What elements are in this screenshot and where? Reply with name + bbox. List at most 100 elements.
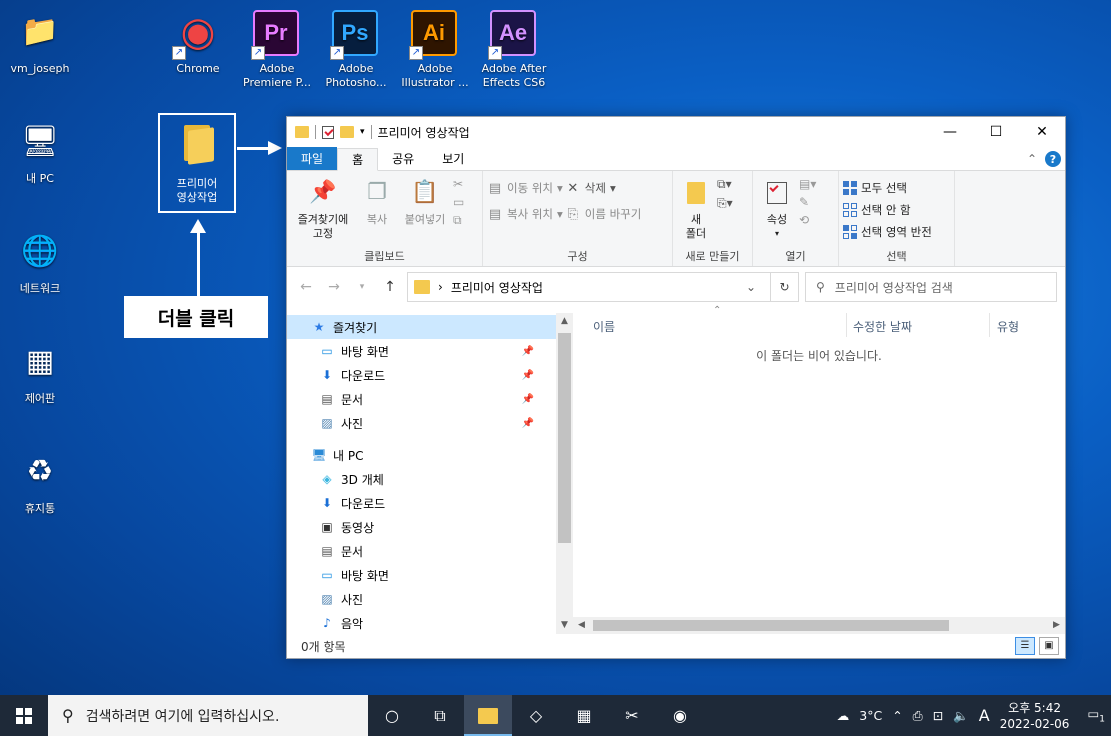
desktop-icon[interactable]: Ae ↗ Adobe After Effects CS6 bbox=[475, 10, 553, 90]
notepad-taskbar-icon[interactable]: ◇ bbox=[512, 695, 560, 736]
taskbar-search-box[interactable]: ⚲ 검색하려면 여기에 입력하십시오. bbox=[48, 695, 368, 736]
nav-scrollbar[interactable]: ▲ ▼ bbox=[556, 313, 573, 634]
open-icon[interactable]: ▤▾ bbox=[799, 177, 816, 191]
desktop-icon[interactable]: ▦ 제어판 bbox=[1, 340, 79, 406]
file-scrollbar[interactable]: ◀ ▶ bbox=[573, 617, 1065, 634]
scroll-down-button[interactable]: ▼ bbox=[556, 617, 573, 634]
invert-selection-button[interactable]: 선택 영역 반전 bbox=[843, 221, 932, 243]
edit-icon[interactable]: ✎ bbox=[799, 195, 816, 209]
history-icon[interactable]: ⟲ bbox=[799, 213, 816, 227]
help-icon[interactable]: ? bbox=[1045, 151, 1061, 167]
cut-icon[interactable]: ✂ bbox=[453, 177, 464, 191]
hscroll-thumb[interactable] bbox=[593, 620, 949, 631]
copy-to-button[interactable]: ▤ 복사 위치 ▾ bbox=[487, 203, 563, 225]
pin-quick-access-button[interactable]: 📌 즐겨찾기에 고정 bbox=[291, 175, 355, 248]
recent-dropdown[interactable]: ▾ bbox=[351, 282, 373, 292]
nav-item[interactable]: ◈ 3D 개체 bbox=[287, 467, 556, 491]
nav-item[interactable]: ▤ 문서 bbox=[287, 539, 556, 563]
desktop-icon[interactable]: ♻ 휴지통 bbox=[1, 450, 79, 516]
desktop-icon[interactable]: Ai ↗ Adobe Illustrator ... bbox=[396, 10, 474, 90]
task-view-icon[interactable]: ⧉ bbox=[416, 695, 464, 736]
address-bar[interactable]: › 프리미어 영상작업 ⌄ ↻ bbox=[407, 272, 799, 302]
desktop-icon[interactable]: 📁 vm_joseph bbox=[1, 10, 79, 76]
collapse-ribbon-icon[interactable]: ⌃ bbox=[1027, 152, 1037, 166]
clock[interactable]: 오후 5:42 2022-02-06 bbox=[1000, 700, 1070, 732]
nav-item[interactable]: ♪ 음악 bbox=[287, 611, 556, 634]
desktop-icon[interactable]: ◉ ↗ Chrome bbox=[159, 10, 237, 76]
scroll-up-button[interactable]: ▲ bbox=[556, 313, 573, 330]
column-header-type[interactable]: 유형 bbox=[997, 318, 1019, 335]
easy-access-icon[interactable]: ⎘▾ bbox=[717, 196, 733, 211]
scroll-right-button[interactable]: ▶ bbox=[1048, 617, 1065, 634]
nav-item[interactable]: ▨ 사진 bbox=[287, 587, 556, 611]
large-icons-view-button[interactable]: ▣ bbox=[1039, 637, 1059, 655]
network-tray-icon[interactable]: ⊡ bbox=[933, 708, 943, 723]
tab-view[interactable]: 보기 bbox=[428, 147, 478, 170]
meet-now-icon[interactable]: ⎙ bbox=[913, 708, 923, 724]
weather-temp[interactable]: 3°C bbox=[859, 708, 882, 723]
select-all-button[interactable]: 모두 선택 bbox=[843, 177, 932, 199]
copy-path-icon[interactable]: ▭ bbox=[453, 195, 464, 209]
properties-button[interactable]: 속성 ▾ bbox=[757, 175, 797, 248]
nav-item[interactable]: ⬇ 다운로드 📌 bbox=[287, 363, 556, 387]
refresh-button[interactable]: ↻ bbox=[770, 273, 798, 301]
tab-share[interactable]: 공유 bbox=[378, 147, 428, 170]
breadcrumb-separator[interactable]: › bbox=[438, 280, 443, 294]
start-button[interactable] bbox=[0, 695, 48, 736]
up-button[interactable]: ↑ bbox=[379, 279, 401, 295]
notification-icon[interactable]: ▭1 bbox=[1087, 706, 1105, 725]
column-header-date[interactable]: 수정한 날짜 bbox=[853, 318, 912, 335]
weather-icon[interactable]: ☁ bbox=[837, 708, 850, 723]
explorer-window[interactable]: ▾ 프리미어 영상작업 — ☐ ✕ 파일 홈 공유 보기 ⌃ ? 📌 즐겨찾기에… bbox=[286, 116, 1066, 659]
desktop-folder-premiere[interactable]: 프리미어 영상작업 bbox=[158, 113, 236, 213]
breadcrumb[interactable]: 프리미어 영상작업 bbox=[451, 279, 543, 296]
minimize-button[interactable]: — bbox=[927, 117, 973, 147]
file-explorer-taskbar-icon[interactable] bbox=[464, 695, 512, 736]
select-none-button[interactable]: 선택 안 함 bbox=[843, 199, 932, 221]
title-bar[interactable]: ▾ 프리미어 영상작업 — ☐ ✕ bbox=[287, 117, 1065, 147]
address-dropdown-icon[interactable]: ⌄ bbox=[740, 280, 762, 294]
chrome-taskbar-icon[interactable]: ◉ bbox=[656, 695, 704, 736]
back-button[interactable]: ← bbox=[295, 279, 317, 295]
nav-item[interactable]: ▨ 사진 📌 bbox=[287, 411, 556, 435]
calculator-taskbar-icon[interactable]: ▦ bbox=[560, 695, 608, 736]
nav-item[interactable]: ⬇ 다운로드 bbox=[287, 491, 556, 515]
copy-button[interactable]: ❐ 복사 bbox=[357, 175, 397, 248]
qa-dropdown-icon[interactable]: ▾ bbox=[360, 127, 365, 137]
rename-button[interactable]: ⎘ 이름 바꾸기 bbox=[565, 203, 642, 225]
desktop-icon[interactable]: Pr ↗ Adobe Premiere P... bbox=[238, 10, 316, 90]
paste-shortcut-icon[interactable]: ⧉ bbox=[453, 213, 464, 228]
close-button[interactable]: ✕ bbox=[1019, 117, 1065, 147]
new-folder-button[interactable]: 새 폴더 bbox=[677, 175, 715, 248]
move-to-button[interactable]: ▤ 이동 위치 ▾ bbox=[487, 177, 563, 199]
nav-item[interactable]: ▤ 문서 📌 bbox=[287, 387, 556, 411]
details-view-button[interactable]: ☰ bbox=[1015, 637, 1035, 655]
maximize-button[interactable]: ☐ bbox=[973, 117, 1019, 147]
nav-item[interactable]: ▭ 바탕 화면 bbox=[287, 563, 556, 587]
tab-file[interactable]: 파일 bbox=[287, 147, 338, 170]
tray-overflow-icon[interactable]: ⌃ bbox=[892, 708, 902, 723]
delete-button[interactable]: ✕ 삭제 ▾ bbox=[565, 177, 642, 199]
desktop-icon[interactable]: 🌐 네트워크 bbox=[1, 230, 79, 296]
scroll-thumb[interactable] bbox=[558, 333, 571, 543]
tab-home[interactable]: 홈 bbox=[337, 148, 379, 171]
file-list-pane[interactable]: ⌃ 이름 수정한 날짜 유형 이 폴더는 비어 있습니다. ◀ ▶ bbox=[573, 305, 1065, 634]
snipping-tool-taskbar-icon[interactable]: ✂ bbox=[608, 695, 656, 736]
desktop-icon[interactable]: 🖥 내 PC bbox=[1, 120, 79, 186]
ime-indicator[interactable]: A bbox=[979, 706, 990, 725]
scroll-left-button[interactable]: ◀ bbox=[573, 617, 590, 634]
navigation-pane[interactable]: ★ 즐겨찾기 ▭ 바탕 화면 📌 ⬇ 다운로드 📌 ▤ 문서 📌 ▨ 사진 📌 🖥 내 PC ◈ 3D 개체 ⬇ 다운… bbox=[287, 313, 573, 634]
properties-icon[interactable] bbox=[322, 125, 334, 139]
new-item-icon[interactable]: ⧉▾ bbox=[717, 177, 733, 192]
new-folder-icon[interactable] bbox=[340, 126, 354, 138]
nav-item[interactable]: ▣ 동영상 bbox=[287, 515, 556, 539]
search-input[interactable]: ⚲ 프리미어 영상작업 검색 bbox=[805, 272, 1057, 302]
nav-item[interactable]: ★ 즐겨찾기 bbox=[287, 315, 556, 339]
desktop-icon[interactable]: Ps ↗ Adobe Photosho... bbox=[317, 10, 395, 90]
forward-button[interactable]: → bbox=[323, 279, 345, 295]
nav-item[interactable]: 🖥 내 PC bbox=[287, 443, 556, 467]
nav-item[interactable]: ▭ 바탕 화면 📌 bbox=[287, 339, 556, 363]
cortana-icon[interactable]: ○ bbox=[368, 695, 416, 736]
paste-button[interactable]: 📋 붙여넣기 bbox=[399, 175, 451, 248]
column-header-name[interactable]: 이름 bbox=[593, 318, 615, 335]
